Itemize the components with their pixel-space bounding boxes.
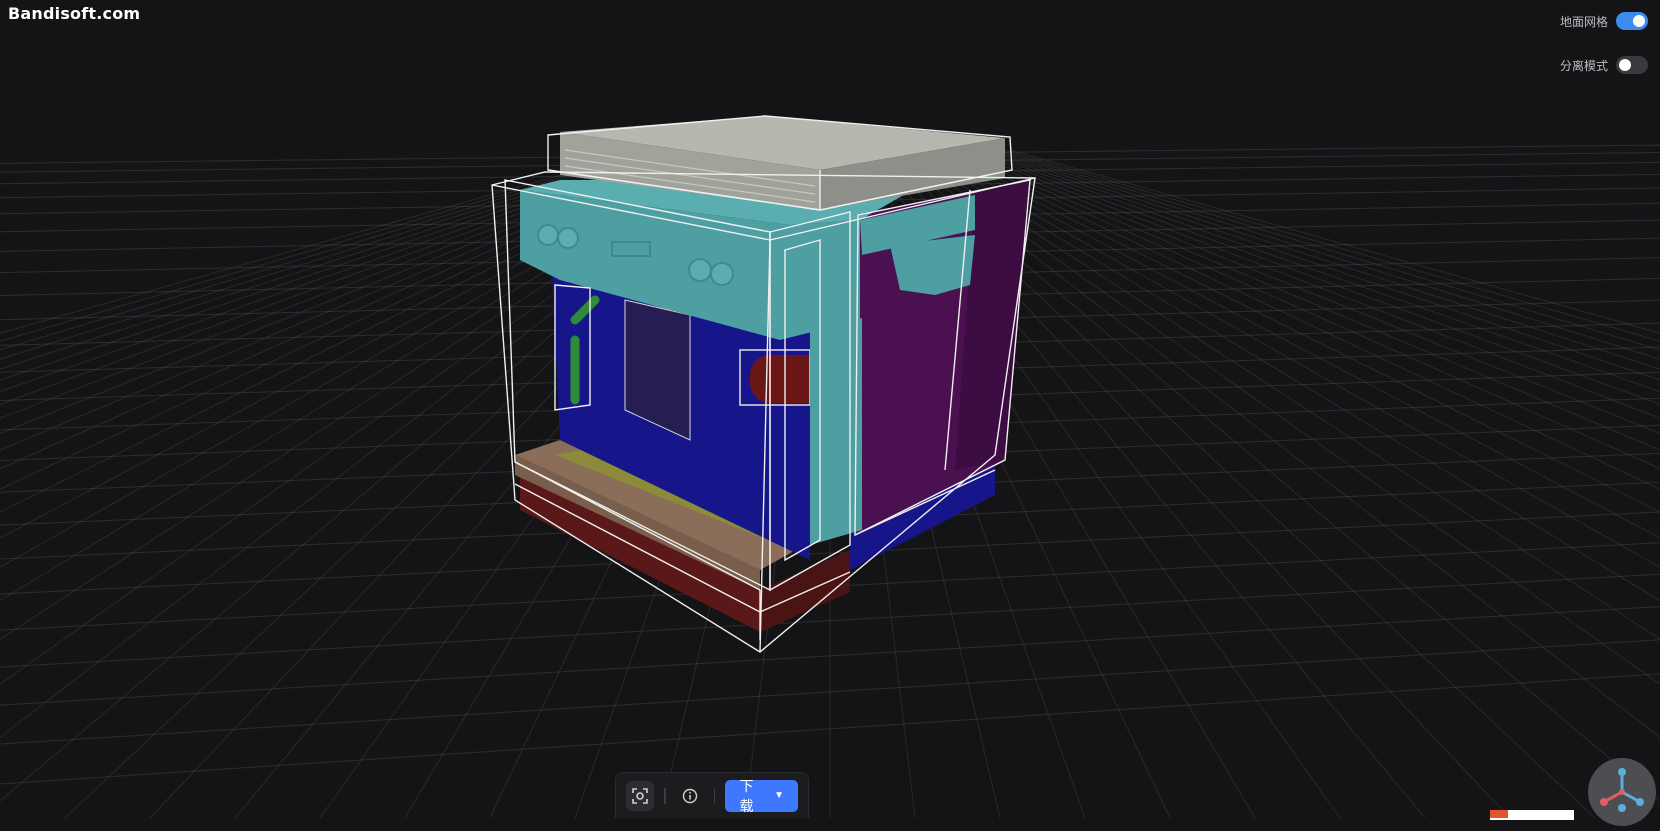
toggle-knob — [1633, 15, 1645, 27]
grid-line — [949, 149, 1660, 451]
cyan-right-column — [810, 318, 862, 545]
grid-line — [919, 149, 1660, 568]
grid-line — [1009, 149, 1660, 334]
axis-gizmo[interactable] — [1588, 758, 1656, 826]
model-scene[interactable] — [0, 0, 1660, 819]
brand-logo — [1490, 810, 1574, 820]
toggle-knob — [1619, 59, 1631, 71]
chevron-down-icon: ▼ — [774, 790, 784, 801]
grid-line — [931, 149, 1660, 513]
screenshot-icon — [632, 787, 648, 804]
3d-viewport[interactable]: Bandisoft.com 地面网格 分离模式 下载 ▼ — [0, 0, 1660, 826]
toolbar-divider — [663, 787, 666, 804]
info-icon — [682, 788, 697, 803]
explode-mode-control: 分离模式 — [1560, 56, 1648, 74]
download-button[interactable]: 下载 ▼ — [725, 778, 798, 814]
model — [491, 115, 1036, 653]
knob-right-1 — [688, 258, 712, 282]
explode-mode-toggle[interactable] — [1616, 56, 1648, 74]
grid-line — [943, 149, 1660, 470]
download-label: 下载 — [739, 777, 754, 814]
ground-grid-control: 地面网格 — [1560, 12, 1648, 30]
ground-grid-label: 地面网格 — [1559, 14, 1608, 29]
knob-left-2 — [557, 227, 579, 249]
logo-mark — [1490, 810, 1508, 818]
info-button[interactable] — [676, 781, 704, 811]
screenshot-button[interactable] — [626, 780, 654, 811]
axis-gizmo-icon — [1600, 768, 1644, 812]
knob-right-2 — [710, 262, 734, 286]
watermark: Bandisoft.com — [8, 4, 141, 23]
toolbar-divider — [713, 787, 716, 804]
knob-left-1 — [537, 224, 559, 246]
bottom-toolbar: 下载 ▼ — [615, 772, 809, 818]
ground-grid-toggle[interactable] — [1616, 12, 1648, 30]
grid-line — [937, 149, 1660, 490]
explode-mode-label: 分离模式 — [1559, 58, 1608, 73]
